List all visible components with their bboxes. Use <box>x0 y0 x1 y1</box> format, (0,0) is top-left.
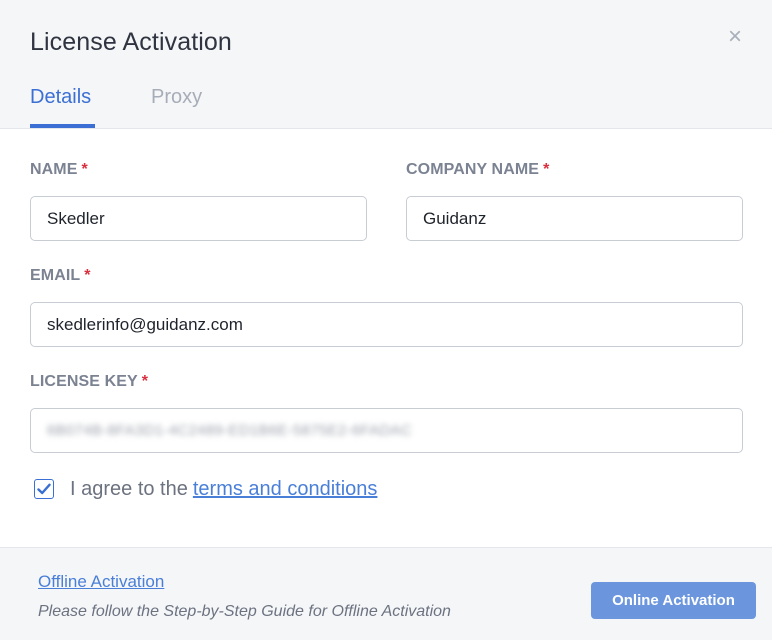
email-input[interactable] <box>30 302 743 347</box>
name-input[interactable] <box>30 196 367 241</box>
terms-link[interactable]: terms and conditions <box>193 478 378 500</box>
company-name-label: COMPANY NAME * <box>406 161 549 179</box>
email-label-text: EMAIL <box>30 267 81 284</box>
license-key-label: LICENSE KEY * <box>30 373 148 391</box>
license-key-input[interactable]: 6B074B-8FA3D1-4C2489-ED1B6E-5875E2-6FADA… <box>30 408 743 453</box>
name-label: NAME * <box>30 161 88 179</box>
online-activation-button[interactable]: Online Activation <box>591 582 756 619</box>
company-name-input[interactable] <box>406 196 743 241</box>
checkmark-icon <box>37 483 51 495</box>
agree-checkbox[interactable] <box>34 479 54 499</box>
tab-proxy[interactable]: Proxy <box>151 86 202 109</box>
agree-prefix: I agree to the <box>70 477 188 500</box>
required-asterisk: * <box>141 373 149 390</box>
tab-details[interactable]: Details <box>30 86 91 109</box>
license-activation-dialog: License Activation × Details Proxy NAME *… <box>0 0 772 640</box>
offline-activation-link[interactable]: Offline Activation <box>38 572 164 592</box>
dialog-title: License Activation <box>30 28 232 56</box>
terms-agreement: I agree to the terms and conditions <box>34 476 377 502</box>
offline-hint-text: Please follow the Step-by-Step Guide for… <box>38 603 451 620</box>
company-name-label-text: COMPANY NAME <box>406 161 540 178</box>
dialog-header: License Activation × Details Proxy <box>0 0 772 129</box>
license-key-value: 6B074B-8FA3D1-4C2489-ED1B6E-5875E2-6FADA… <box>47 422 412 439</box>
email-label: EMAIL * <box>30 267 91 285</box>
required-asterisk: * <box>543 161 550 178</box>
agree-text: I agree to the terms and conditions <box>70 478 377 501</box>
required-asterisk: * <box>84 267 91 284</box>
dialog-footer: Offline Activation Please follow the Ste… <box>0 547 772 640</box>
license-key-label-text: LICENSE KEY <box>30 373 138 390</box>
name-label-text: NAME <box>30 161 78 178</box>
required-asterisk: * <box>81 161 88 178</box>
close-icon[interactable]: × <box>722 24 748 50</box>
active-tab-indicator <box>30 124 95 128</box>
